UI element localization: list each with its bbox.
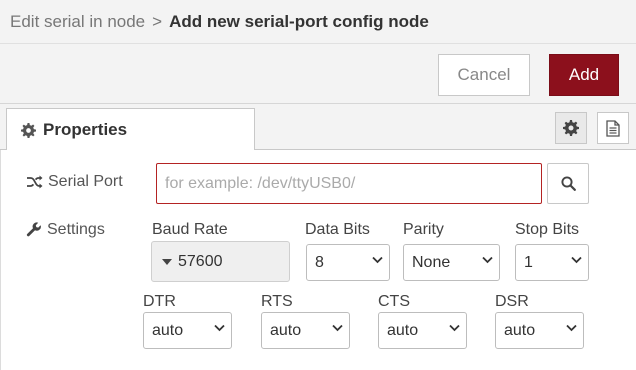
gear-icon	[21, 122, 36, 138]
tab-properties[interactable]: Properties	[6, 108, 255, 151]
add-button[interactable]: Add	[549, 54, 619, 96]
parity-label: Parity	[403, 221, 444, 238]
search-icon	[560, 176, 576, 191]
settings-label-text: Settings	[47, 221, 105, 238]
chevron-down-icon	[566, 324, 577, 332]
baud-rate-value: 57600	[178, 252, 223, 270]
serial-port-search-button[interactable]	[547, 163, 589, 204]
rts-value: auto	[270, 321, 302, 339]
dtr-select[interactable]: auto	[143, 312, 232, 349]
chevron-down-icon	[214, 324, 225, 332]
cancel-button[interactable]: Cancel	[438, 54, 530, 96]
tabs-row: Properties	[0, 104, 636, 151]
document-icon	[606, 119, 620, 137]
parity-select[interactable]: None	[403, 244, 500, 281]
dialog-action-bar: Cancel Add	[0, 44, 636, 104]
rts-label: RTS	[261, 293, 293, 310]
cts-select[interactable]: auto	[378, 312, 467, 349]
cts-value: auto	[387, 321, 419, 339]
dtr-value: auto	[152, 321, 184, 339]
settings-label: Settings	[26, 221, 105, 239]
wrench-icon	[26, 222, 42, 238]
stop-bits-value: 1	[524, 253, 533, 271]
chevron-down-icon	[332, 324, 343, 332]
data-bits-label: Data Bits	[305, 221, 370, 238]
data-bits-select[interactable]: 8	[306, 244, 390, 281]
breadcrumb-current: Add new serial-port config node	[169, 11, 429, 31]
serial-port-label-text: Serial Port	[48, 173, 123, 190]
shuffle-icon	[26, 175, 43, 189]
chevron-down-icon	[372, 256, 383, 264]
chevron-down-icon	[571, 256, 582, 264]
cts-label: CTS	[378, 293, 410, 310]
stop-bits-label: Stop Bits	[515, 221, 580, 238]
serial-port-input[interactable]	[156, 163, 542, 204]
baud-rate-label: Baud Rate	[152, 221, 228, 238]
chevron-down-icon	[482, 256, 493, 264]
dtr-label: DTR	[143, 293, 176, 310]
breadcrumb-parent[interactable]: Edit serial in node	[10, 12, 145, 32]
serial-port-label: Serial Port	[26, 173, 123, 191]
parity-value: None	[412, 253, 451, 271]
baud-rate-select[interactable]: 57600	[151, 241, 290, 282]
description-tab-button[interactable]	[597, 112, 629, 144]
stop-bits-select[interactable]: 1	[515, 244, 589, 281]
dialog-title-bar: Edit serial in node > Add new serial-por…	[0, 0, 636, 44]
data-bits-value: 8	[315, 253, 324, 271]
dsr-select[interactable]: auto	[495, 312, 584, 349]
chevron-down-icon	[449, 324, 460, 332]
dsr-value: auto	[504, 321, 536, 339]
dsr-label: DSR	[495, 293, 529, 310]
rts-select[interactable]: auto	[261, 312, 350, 349]
tab-properties-label: Properties	[43, 120, 128, 139]
caret-down-icon	[162, 258, 172, 265]
breadcrumb-separator: >	[152, 11, 163, 31]
gear-icon	[563, 120, 579, 136]
settings-tab-button[interactable]	[555, 112, 587, 144]
